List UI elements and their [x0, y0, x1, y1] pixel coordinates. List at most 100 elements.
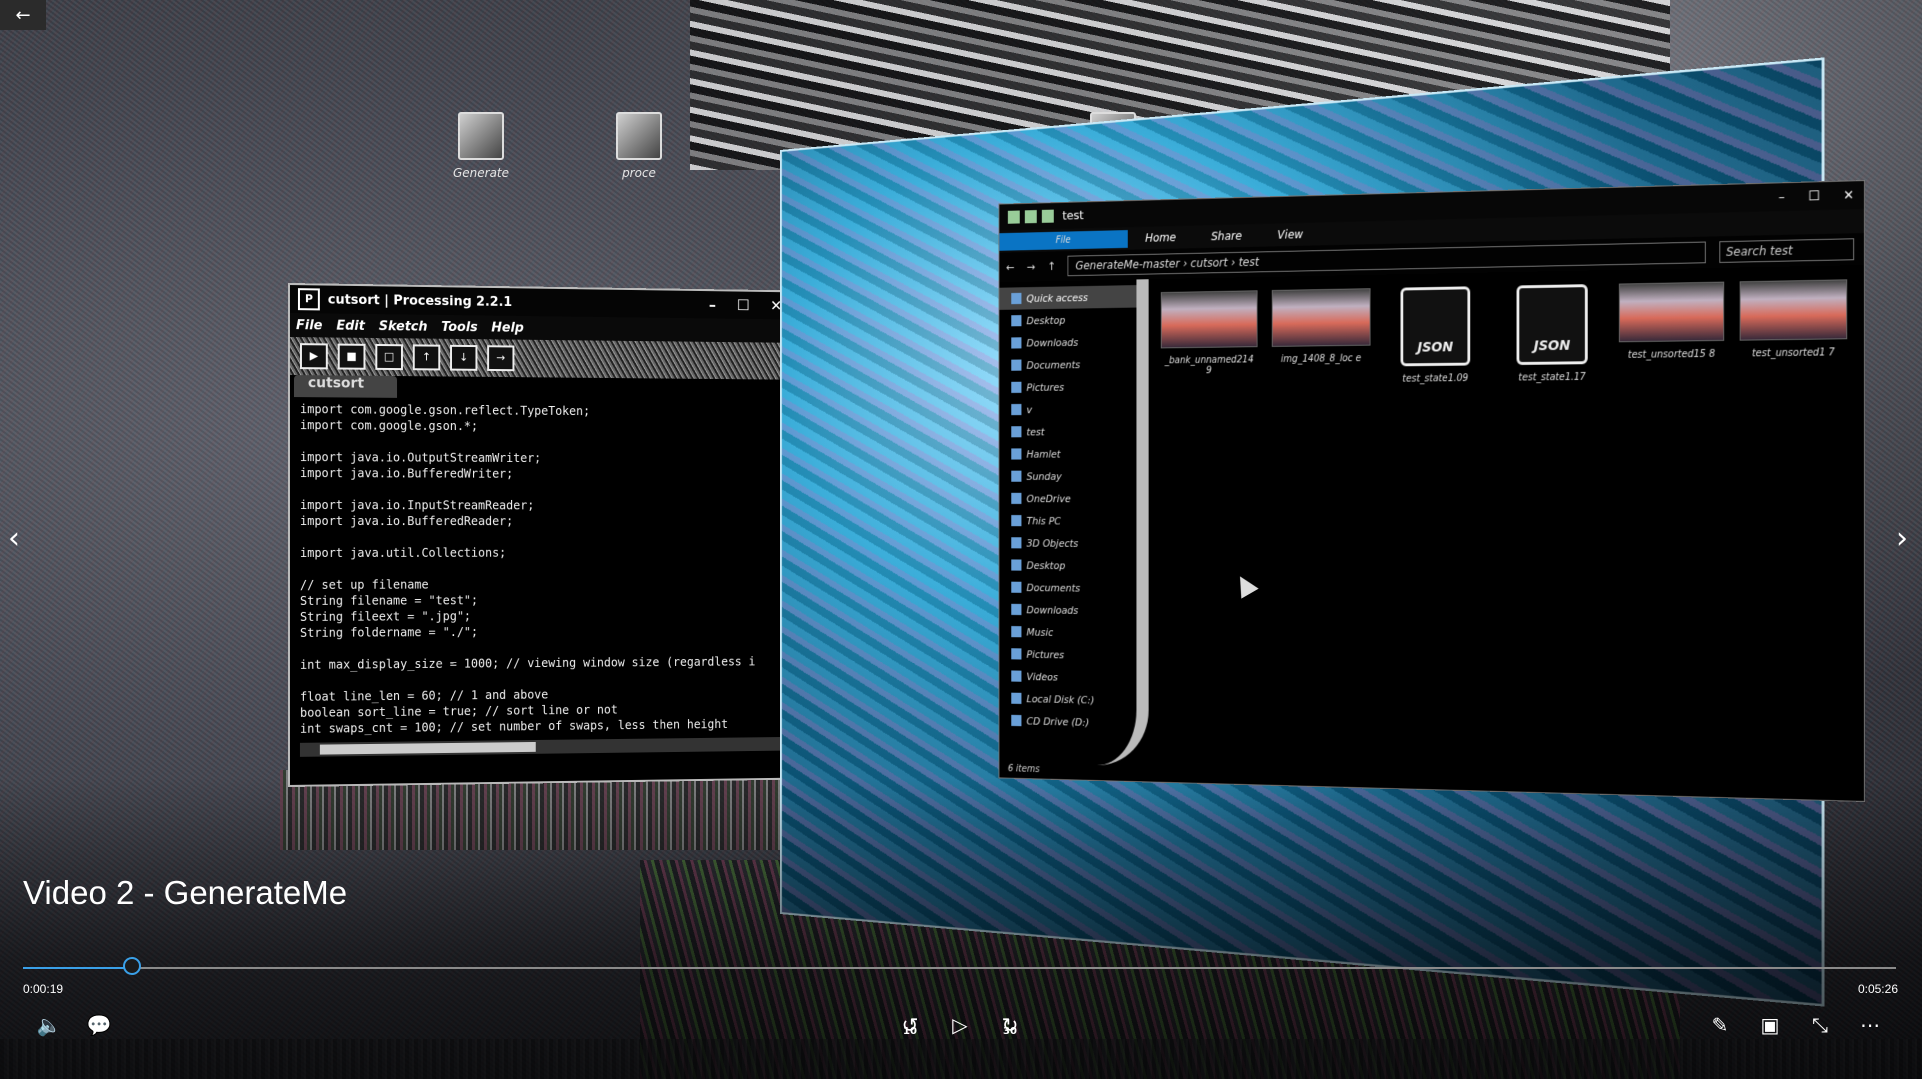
previous-arrow-button[interactable]: ‹	[8, 524, 20, 554]
nav-item-label: Desktop	[1026, 559, 1066, 572]
nav-item[interactable]: Videos	[999, 665, 1136, 690]
nav-item[interactable]: This PC	[999, 509, 1136, 532]
file-explorer-window: test – ☐ ✕ File Home Share View ← → ↑ Ge…	[998, 180, 1865, 802]
nav-item[interactable]: CD Drive (D:)	[999, 709, 1136, 734]
tab-home: Home	[1145, 230, 1177, 245]
folder-icon	[1011, 337, 1022, 349]
nav-item[interactable]: Documents	[999, 576, 1136, 600]
nav-item[interactable]: Quick access	[999, 285, 1137, 310]
folder-icon	[1011, 315, 1022, 327]
arrow-left-icon: ←	[15, 4, 31, 26]
play-icon: ▷	[952, 1013, 968, 1037]
nav-item-label: Desktop	[1026, 313, 1066, 327]
elapsed-time: 0:00:19	[23, 982, 64, 996]
play-button[interactable]: ▷	[943, 1008, 977, 1042]
nav-item[interactable]: OneDrive	[999, 487, 1136, 509]
nav-item-label: CD Drive (D:)	[1026, 714, 1090, 729]
file-item[interactable]: test_unsorted1 7	[1739, 279, 1848, 360]
nav-item[interactable]: Downloads	[999, 330, 1136, 354]
nav-item[interactable]: Desktop	[999, 308, 1136, 333]
new-icon: □	[375, 343, 403, 371]
desktop-icon-generate: Generate	[436, 112, 526, 180]
close-icon: ✕	[1843, 187, 1855, 204]
nav-item-label: Pictures	[1026, 648, 1065, 661]
nav-item-label: Sunday	[1026, 470, 1062, 483]
code-line: import java.io.OutputStreamWriter;	[299, 450, 542, 466]
nav-item[interactable]: Hamlet	[999, 442, 1136, 465]
folder-icon	[1011, 492, 1022, 504]
file-item[interactable]: JSON test_state1.09	[1385, 286, 1486, 385]
forward-arrow-icon: →	[1026, 260, 1036, 274]
folder-icon	[1011, 292, 1022, 305]
menu-help: Help	[491, 320, 524, 336]
edit-button[interactable]: ✎	[1703, 1008, 1737, 1042]
nav-item-label: test	[1026, 425, 1045, 438]
maximize-icon: ☐	[1808, 188, 1820, 204]
nav-item[interactable]: 3D Objects	[999, 532, 1136, 555]
json-file-icon: JSON	[1516, 284, 1588, 365]
nav-item-label: 3D Objects	[1026, 536, 1079, 550]
breadcrumb-item: cutsort	[1190, 255, 1228, 270]
folder-icon	[1011, 670, 1022, 682]
folder-icon	[1011, 537, 1022, 549]
nav-item[interactable]: Pictures	[999, 375, 1136, 399]
folder-icon	[1011, 448, 1022, 460]
folder-icon	[1011, 359, 1022, 371]
code-line: import java.io.InputStreamReader;	[299, 498, 535, 513]
skip-back-button[interactable]: ↺ 10	[893, 1008, 927, 1042]
folder-icon	[1011, 403, 1022, 416]
file-name: test_state1.17	[1518, 371, 1586, 384]
file-name: test_unsorted1 7	[1751, 347, 1835, 360]
processing-window: P cutsort | Processing 2.2.1 – ☐ ✕ File …	[288, 283, 796, 787]
tab-view: View	[1277, 227, 1304, 242]
file-item[interactable]: img_1408_8_loc e	[1271, 288, 1371, 365]
nav-item[interactable]: Documents	[999, 352, 1136, 376]
properties-icon	[1024, 210, 1037, 224]
more-options-button[interactable]: ⋯	[1853, 1008, 1887, 1042]
nav-item[interactable]: Local Disk (C:)	[999, 687, 1136, 712]
chevron-right-icon: ›	[1896, 521, 1908, 556]
nav-item-label: OneDrive	[1026, 492, 1071, 505]
file-name: img_1408_8_loc e	[1280, 353, 1362, 365]
nav-item-label: Hamlet	[1026, 447, 1061, 460]
skip-forward-button[interactable]: ↻ 30	[993, 1008, 1027, 1042]
file-item[interactable]: test_unsorted15 8	[1618, 281, 1725, 361]
back-button[interactable]: ←	[0, 0, 46, 30]
new-folder-icon	[1041, 209, 1054, 223]
nav-item[interactable]: Music	[999, 620, 1136, 644]
seek-bar[interactable]	[23, 967, 1896, 969]
captions-button[interactable]: 💬	[82, 1008, 116, 1042]
next-arrow-button[interactable]: ›	[1896, 524, 1908, 554]
nav-item[interactable]: Pictures	[999, 643, 1136, 667]
volume-button[interactable]: 🔈	[32, 1008, 66, 1042]
code-line: import java.io.BufferedWriter;	[299, 466, 514, 481]
nav-item-label: v	[1026, 403, 1033, 416]
skip-forward-seconds: 30	[1003, 1026, 1017, 1037]
file-item[interactable]: JSON test_state1.17	[1501, 284, 1604, 384]
maximize-icon: ☐	[736, 296, 750, 315]
file-item[interactable]: _bank_unnamed214 9	[1160, 290, 1258, 376]
navigation-pane: Quick access Desktop Downloads Documents Pic…	[999, 279, 1149, 767]
seek-bar-handle[interactable]	[122, 957, 141, 975]
explorer-window-title: test	[1062, 208, 1084, 223]
folder-icon	[1007, 210, 1020, 224]
exit-fullscreen-button[interactable]: ⤡	[1803, 1008, 1837, 1042]
nav-item[interactable]: v	[999, 397, 1136, 420]
nav-item[interactable]: Sunday	[999, 465, 1136, 488]
code-line: import java.util.Collections;	[299, 545, 507, 560]
open-icon: ↑	[412, 344, 441, 371]
mini-view-button[interactable]: ▣	[1753, 1008, 1787, 1042]
file-name: test_state1.09	[1402, 373, 1469, 385]
folder-icon	[616, 112, 662, 160]
skip-back-seconds: 10	[903, 1026, 917, 1037]
mini-view-icon: ▣	[1760, 1013, 1780, 1037]
pencil-icon: ✎	[1711, 1013, 1729, 1037]
speaker-icon: 🔈	[36, 1013, 62, 1037]
code-line: // set up filename	[299, 577, 429, 592]
nav-item[interactable]: test	[999, 420, 1136, 443]
folder-icon	[1011, 581, 1022, 593]
nav-item[interactable]: Desktop	[999, 554, 1136, 577]
nav-item[interactable]: Downloads	[999, 598, 1136, 622]
